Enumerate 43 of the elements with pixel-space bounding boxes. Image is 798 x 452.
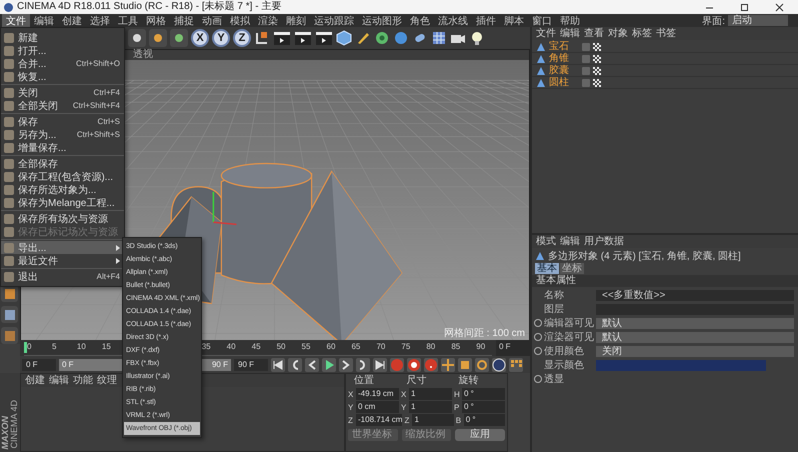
logo-brand: MAXON [1, 416, 10, 449]
column-header: 位置 [353, 375, 375, 387]
tick-label: 70 [376, 342, 386, 352]
column-header: 尺寸 [405, 375, 428, 387]
viewport-label: 透视 [133, 50, 153, 60]
tick-label: 65 [351, 342, 360, 352]
axis-label: Z [404, 416, 410, 424]
tick-label: 35 [202, 342, 211, 352]
grid-spacing-label: 网格间距 : 100 cm [444, 326, 525, 340]
property-label: 使用颜色 [544, 344, 585, 358]
tick-label: 10 [76, 342, 86, 352]
tick-label: 60 [326, 342, 336, 352]
tick-label: 15 [102, 342, 111, 352]
property-label: 显示颜色 [544, 358, 585, 372]
tick-label: 50 [276, 342, 286, 352]
column-header: 旋转 [458, 375, 480, 387]
tick-label: 40 [226, 342, 236, 352]
axis-label: P [454, 402, 460, 412]
layout-label: 界面: [702, 14, 725, 28]
section-header: 基本属性 [532, 275, 798, 287]
tick-label: 45 [252, 342, 261, 352]
tick-label: 75 [401, 342, 410, 352]
tick-label: 90 [476, 342, 486, 352]
tick-label: 0 [27, 342, 32, 352]
axis-label: B [456, 416, 462, 424]
object-title: 多边形对象 (4 元素) [宝石, 角锥, 胶囊, 圆柱] [548, 250, 741, 262]
axis-label: X [348, 390, 354, 398]
property-label: 图层 [544, 303, 565, 316]
tick-label: 55 [302, 342, 310, 352]
tick-label: 80 [426, 342, 436, 352]
logo-product: CINEMA 4D [10, 400, 19, 449]
tick-label: 85 [451, 342, 460, 352]
axis-label: Y [348, 402, 354, 412]
axis-label: H [454, 390, 461, 398]
axis-label: Z [348, 416, 354, 424]
property-label: 编辑器可见 [544, 316, 595, 330]
property-label: 透显 [544, 372, 565, 386]
tick-label: 5 [52, 342, 56, 352]
property-label: 名称 [544, 289, 565, 302]
window-title: CINEMA 4D R18.011 Studio (RC - R18) - [未标题 7 *] - 主要 [17, 0, 282, 14]
axis-label: X [401, 390, 408, 398]
axis-label: Y [401, 402, 408, 412]
property-label: 渲染器可见 [544, 330, 595, 344]
